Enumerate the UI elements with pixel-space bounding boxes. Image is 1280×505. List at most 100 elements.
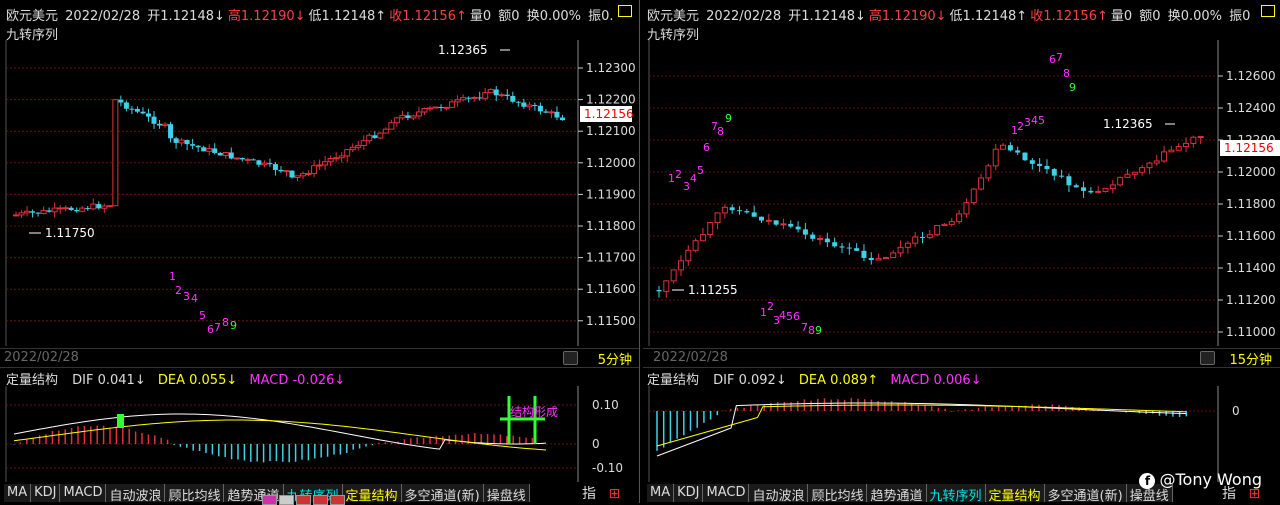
add-indicator-icon[interactable]: ⊞ (608, 486, 620, 502)
high-label: 1.12365 (1103, 117, 1153, 131)
tab-1[interactable]: KDJ (31, 484, 61, 502)
candle-body (62, 207, 69, 210)
tab-6[interactable]: 九转序列 (926, 484, 986, 504)
macd-chart-5min[interactable]: 0.10 0 -0.10 结构形成 (0, 386, 640, 482)
candle-body (405, 115, 411, 118)
candle-body (1139, 167, 1146, 173)
tab-8[interactable]: 多空通道(新) (401, 484, 484, 504)
scroll-square-icon[interactable] (1200, 351, 1215, 365)
candle-body (438, 106, 444, 108)
amplitude: 振0 (1229, 9, 1251, 24)
candle-body (817, 238, 824, 241)
tab-7[interactable]: 定量结构 (985, 484, 1045, 504)
tab-2[interactable]: MACD (60, 484, 107, 502)
open-price: 开1.12148↓ (788, 9, 866, 24)
period-label[interactable]: 15分钟 (1229, 349, 1272, 368)
low-label: 1.11255 (688, 283, 738, 297)
candle-body (677, 260, 684, 271)
period-label[interactable]: 5分钟 (598, 349, 632, 368)
candle-body (79, 207, 86, 212)
tab-4[interactable]: 顾比均线 (165, 484, 225, 504)
candle-body (992, 148, 999, 167)
tab-0[interactable]: MA (647, 484, 675, 502)
high-price: 高1.12190↓ (227, 9, 306, 24)
candle-body (1153, 160, 1160, 164)
candle-body (868, 257, 874, 261)
toolbar-move-icon[interactable] (279, 495, 294, 505)
candle-body (504, 94, 510, 96)
candle-body (526, 104, 533, 108)
symbol-name: 欧元美元 (6, 9, 59, 24)
candle-body (515, 101, 521, 103)
tab-bar-right-controls: 指 ⊞ (582, 483, 620, 503)
candle-body (482, 92, 489, 99)
toolbar-b-button[interactable] (262, 495, 277, 505)
candle-body (934, 225, 941, 236)
toolbar-min-button[interactable] (296, 495, 311, 505)
chart-panel-15min[interactable]: 欧元美元 2022/02/28 开1.12148↓ 高1.12190↓ 低1.121… (643, 0, 1280, 503)
tab-5[interactable]: 趋势通道 (867, 484, 927, 504)
candle-body (233, 157, 240, 160)
toolbar-close-button[interactable] (330, 495, 345, 505)
candle-body (222, 151, 229, 156)
candle-body (206, 147, 213, 152)
chart-panel-5min[interactable]: 欧元美元 2022/02/28 开1.12148↓ 高1.12190↓ 低1.121… (0, 0, 640, 503)
tab-3[interactable]: 自动波浪 (106, 484, 166, 504)
turnover: 换0.00% (1167, 9, 1223, 24)
tab-4[interactable]: 顾比均线 (808, 484, 868, 504)
toolbar-max-button[interactable] (313, 495, 328, 505)
candle-body (24, 210, 31, 214)
candle-body (74, 210, 80, 212)
price-tick-label: 1.11400 (586, 345, 636, 346)
tab-2[interactable]: MACD (703, 484, 750, 502)
td-count-label: 9 (230, 319, 237, 332)
tab-8[interactable]: 多空通道(新) (1044, 484, 1127, 504)
date-bar-label: 2022/02/28 (4, 350, 79, 365)
candle-body (1044, 165, 1050, 170)
indicator-menu-button[interactable]: 指 (582, 486, 596, 502)
candle-body (751, 212, 757, 217)
macd-chart-15min[interactable]: 0 (643, 386, 1280, 482)
volume: 量0 (1110, 9, 1133, 24)
candle-body (897, 246, 904, 254)
price-chart-5min[interactable]: 1.12300 1.12200 1.12100 1.12000 1.11900 1.118… (0, 40, 640, 346)
td-count-label: 4 (779, 309, 786, 322)
tab-1[interactable]: KDJ (674, 484, 704, 502)
candle-body (118, 99, 124, 103)
maximize-icon[interactable] (618, 5, 632, 17)
candle-body (970, 188, 977, 204)
low-label: 1.11750 (45, 226, 95, 240)
maximize-icon[interactable] (1261, 5, 1275, 17)
candle-body (360, 140, 367, 147)
candle-body (1029, 160, 1035, 164)
amount: 额0 (1139, 9, 1161, 24)
candle-body (532, 105, 538, 107)
td-count-label: 9 (725, 112, 732, 125)
floating-toolbar[interactable] (262, 495, 345, 505)
quote-date: 2022/02/28 (706, 9, 782, 24)
candle-body (145, 113, 151, 117)
candle-body (521, 102, 527, 107)
td-count-label: 2 (175, 284, 182, 297)
candle-body (333, 157, 340, 160)
td-count-label: 6 (1049, 53, 1056, 66)
price-tick-label: 1.11800 (586, 219, 636, 233)
td-count-label: 2 (675, 168, 682, 181)
candle-body (795, 226, 801, 230)
candle-body (1131, 171, 1138, 175)
tab-3[interactable]: 自动波浪 (749, 484, 809, 504)
candle-body (399, 114, 406, 119)
price-chart-15min[interactable]: 1.126001.124001.122001.120001.118001.116… (643, 40, 1280, 346)
candle-body (393, 117, 400, 124)
tab-0[interactable]: MA (4, 484, 32, 502)
date-bar: 2022/02/28 5分钟 (0, 348, 639, 368)
high-price: 高1.12190↓ (868, 9, 947, 24)
candle-body (112, 99, 119, 207)
tab-7[interactable]: 定量结构 (342, 484, 402, 504)
td-count-label: 4 (191, 292, 198, 305)
scroll-square-icon[interactable] (563, 351, 578, 365)
price-tick-label: 1.12000 (586, 156, 636, 170)
td-count-label: 8 (222, 316, 229, 329)
candle-body (372, 135, 378, 138)
tab-9[interactable]: 操盘线 (483, 484, 530, 504)
